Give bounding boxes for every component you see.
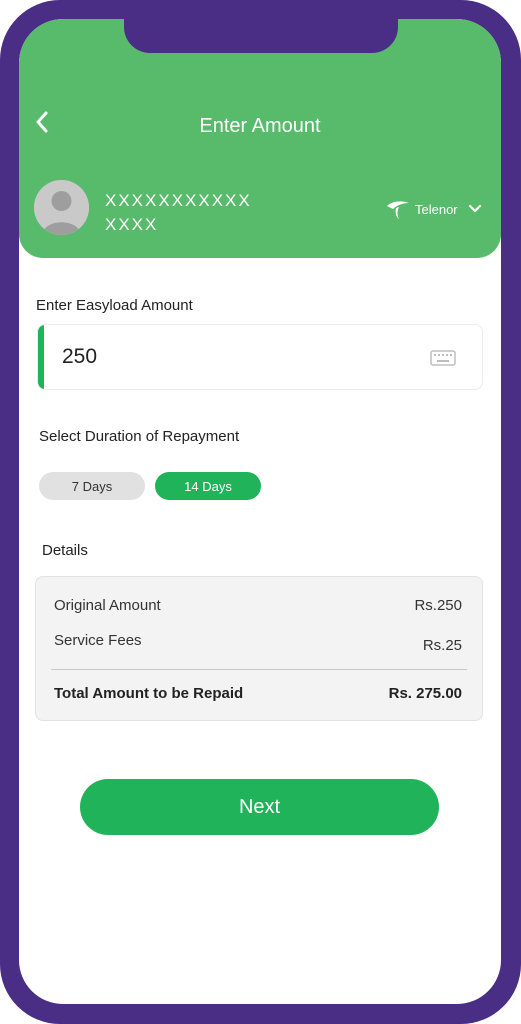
user-name-line1: XXXXXXXXXXX <box>105 191 252 210</box>
next-button[interactable]: Next <box>80 779 439 835</box>
telenor-logo-icon <box>387 201 409 219</box>
total-value: Rs. 275.00 <box>388 685 462 702</box>
avatar <box>34 180 89 235</box>
detail-value: Rs.250 <box>414 597 462 614</box>
user-avatar-icon <box>34 180 89 235</box>
duration-option-7-days[interactable]: 7 Days <box>39 472 145 500</box>
chevron-down-icon <box>468 204 481 213</box>
user-name-line2: XXXX <box>105 215 159 234</box>
user-name: XXXXXXXXXXX XXXX <box>105 189 252 237</box>
details-card: Original Amount Rs.250 Service Fees Rs.2… <box>35 576 483 721</box>
detail-row-service-fees: Service Fees Rs.25 <box>54 632 462 654</box>
amount-input[interactable] <box>62 339 402 375</box>
detail-name: Original Amount <box>54 597 161 614</box>
amount-field-accent <box>38 325 44 389</box>
amount-label: Enter Easyload Amount <box>36 297 193 314</box>
detail-row-total: Total Amount to be Repaid Rs. 275.00 <box>54 685 462 702</box>
detail-name: Service Fees <box>54 632 142 649</box>
phone-frame: Enter Amount XXXXXXXXXXX XXXX Telenor En… <box>0 0 521 1024</box>
duration-option-14-days[interactable]: 14 Days <box>155 472 261 500</box>
phone-notch <box>124 19 398 53</box>
details-label: Details <box>42 542 88 559</box>
duration-label: Select Duration of Repayment <box>39 428 240 445</box>
operator-selector[interactable]: Telenor <box>385 195 482 223</box>
app-screen: Enter Amount XXXXXXXXXXX XXXX Telenor En… <box>19 19 501 1004</box>
keyboard-icon[interactable] <box>430 350 456 366</box>
amount-field <box>37 324 483 390</box>
total-name: Total Amount to be Repaid <box>54 685 244 702</box>
operator-label: Telenor <box>415 201 458 217</box>
detail-value: Rs.25 <box>422 637 462 654</box>
detail-row-original-amount: Original Amount Rs.250 <box>54 597 462 614</box>
details-divider <box>51 669 467 670</box>
page-title: Enter Amount <box>199 115 321 137</box>
header: Enter Amount XXXXXXXXXXX XXXX Telenor <box>19 19 501 258</box>
